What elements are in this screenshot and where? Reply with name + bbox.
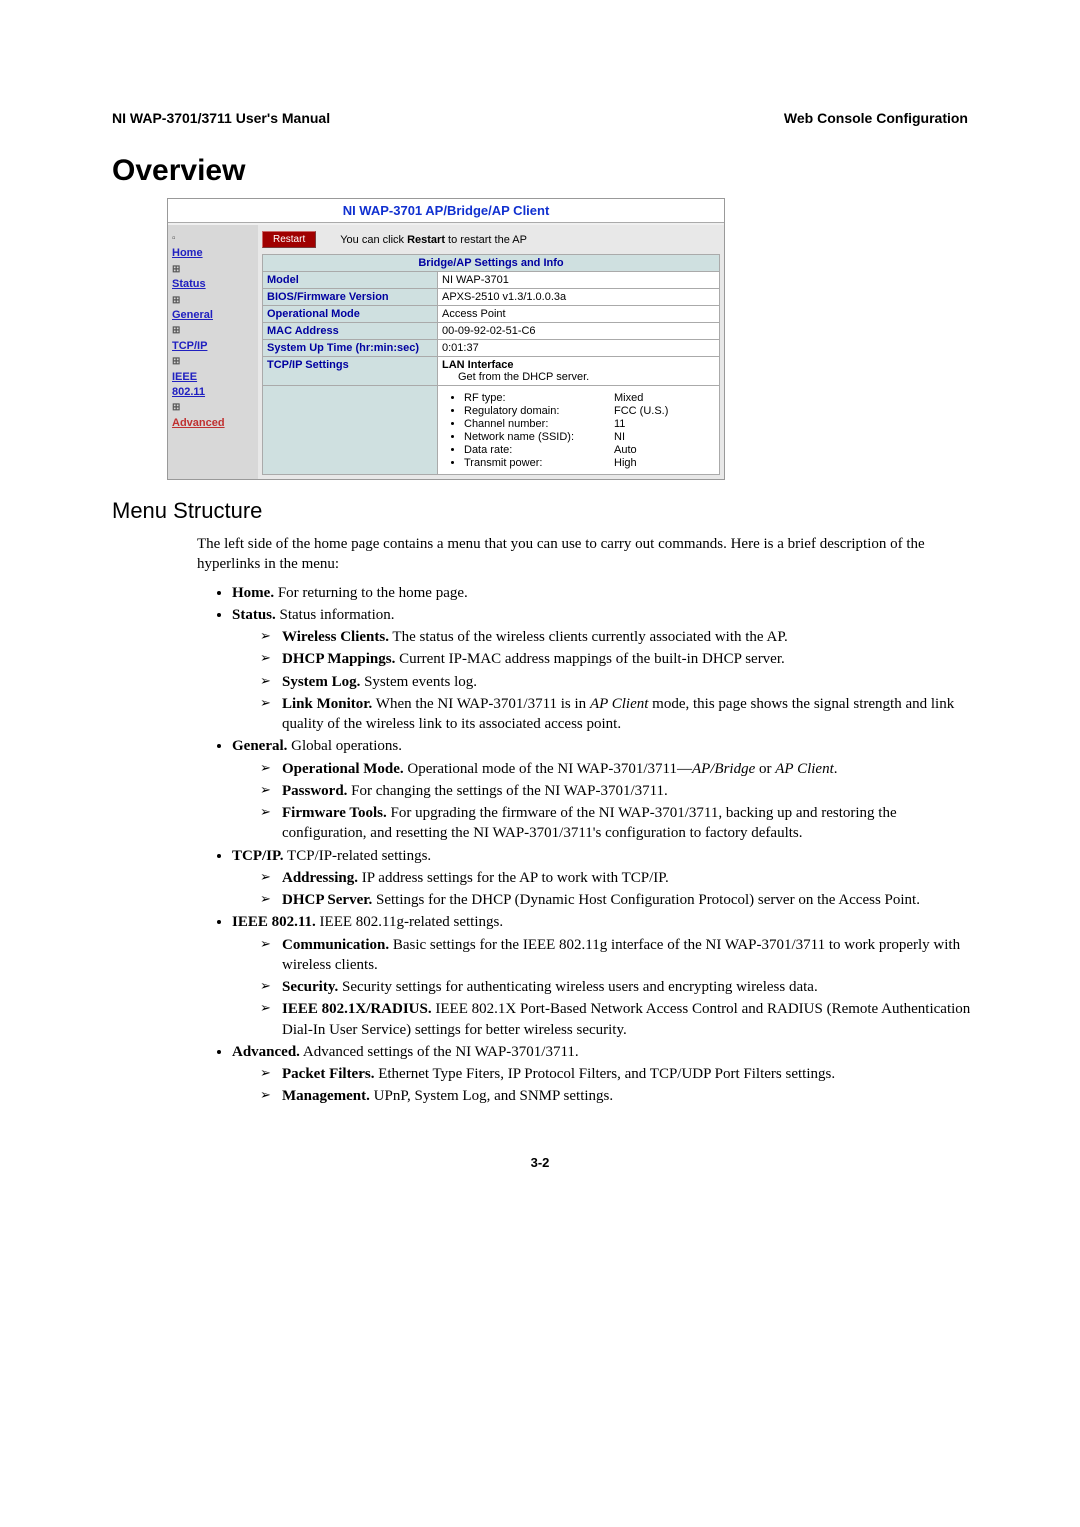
sidebar-item-tcpip[interactable]: TCP/IP — [172, 339, 254, 354]
tcpip-settings-value: LAN Interface Get from the DHCP server. — [438, 357, 720, 386]
subitem-packet-filters: Packet Filters. Ethernet Type Fiters, IP… — [264, 1064, 982, 1084]
uptime-value: 0:01:37 — [438, 340, 720, 357]
rf-settings-value: RF type:Mixed Regulatory domain:FCC (U.S… — [438, 386, 720, 475]
subitem-operational-mode: Operational Mode. Operational mode of th… — [264, 759, 982, 779]
heading-overview: Overview — [112, 154, 968, 188]
model-label: Model — [263, 272, 438, 289]
sidebar-item-general[interactable]: General — [172, 308, 254, 323]
sidebar-item-ieee-802-11[interactable]: IEEE802.11 — [172, 370, 254, 401]
settings-info-table: Bridge/AP Settings and Info Model NI WAP… — [262, 254, 720, 475]
page-number: 3-2 — [112, 1155, 968, 1170]
subitem-dhcp-mappings: DHCP Mappings. Current IP-MAC address ma… — [264, 649, 982, 669]
bios-value: APXS-2510 v1.3/1.0.0.3a — [438, 289, 720, 306]
sidebar-item-home[interactable]: Home — [172, 246, 254, 261]
restart-row: Restart You can click Restart to restart… — [262, 229, 720, 254]
console-title: NI WAP-3701 AP/Bridge/AP Client — [168, 199, 724, 222]
menu-item-general: General. Global operations. Operational … — [232, 736, 982, 843]
page-header: NI WAP-3701/3711 User's Manual Web Conso… — [112, 110, 968, 126]
subitem-management: Management. UPnP, System Log, and SNMP s… — [264, 1086, 982, 1106]
menu-item-ieee-80211: IEEE 802.11. IEEE 802.11g-related settin… — [232, 912, 982, 1040]
subitem-communication: Communication. Basic settings for the IE… — [264, 935, 982, 976]
menu-item-tcpip: TCP/IP. TCP/IP-related settings. Address… — [232, 846, 982, 911]
sidebar-item-status[interactable]: Status — [172, 277, 254, 292]
bios-label: BIOS/Firmware Version — [263, 289, 438, 306]
menu-description-list: Home. For returning to the home page. St… — [212, 583, 982, 1107]
subitem-firmware-tools: Firmware Tools. For upgrading the firmwa… — [264, 803, 982, 844]
web-console-screenshot: NI WAP-3701 AP/Bridge/AP Client ▫Home ⊞S… — [167, 198, 725, 480]
uptime-label: System Up Time (hr:min:sec) — [263, 340, 438, 357]
menu-intro: The left side of the home page contains … — [197, 534, 967, 575]
model-value: NI WAP-3701 — [438, 272, 720, 289]
menu-item-status: Status. Status information. Wireless Cli… — [232, 605, 982, 735]
mac-label: MAC Address — [263, 323, 438, 340]
tcpip-settings-label: TCP/IP Settings — [263, 357, 438, 386]
mac-value: 00-09-92-02-51-C6 — [438, 323, 720, 340]
table-heading: Bridge/AP Settings and Info — [263, 255, 720, 272]
opmode-label: Operational Mode — [263, 306, 438, 323]
subitem-addressing: Addressing. IP address settings for the … — [264, 868, 982, 888]
heading-menu-structure: Menu Structure — [112, 498, 968, 524]
subitem-link-monitor: Link Monitor. When the NI WAP-3701/3711 … — [264, 694, 982, 735]
section-title: Web Console Configuration — [784, 110, 968, 126]
sidebar-item-advanced[interactable]: Advanced — [172, 416, 254, 431]
restart-button[interactable]: Restart — [262, 231, 316, 248]
subitem-system-log: System Log. System events log. — [264, 672, 982, 692]
console-sidebar: ▫Home ⊞Status ⊞General ⊞TCP/IP ⊞IEEE802.… — [168, 225, 258, 479]
opmode-value: Access Point — [438, 306, 720, 323]
restart-hint: You can click Restart to restart the AP — [340, 234, 527, 246]
menu-item-advanced: Advanced. Advanced settings of the NI WA… — [232, 1042, 982, 1107]
subitem-wireless-clients: Wireless Clients. The status of the wire… — [264, 627, 982, 647]
console-content: Restart You can click Restart to restart… — [258, 225, 724, 479]
subitem-dhcp-server: DHCP Server. Settings for the DHCP (Dyna… — [264, 890, 982, 910]
rf-settings-label — [263, 386, 438, 475]
subitem-ieee-8021x-radius: IEEE 802.1X/RADIUS. IEEE 802.1X Port-Bas… — [264, 999, 982, 1040]
manual-title: NI WAP-3701/3711 User's Manual — [112, 110, 330, 126]
menu-item-home: Home. For returning to the home page. — [232, 583, 982, 603]
subitem-password: Password. For changing the settings of t… — [264, 781, 982, 801]
subitem-security: Security. Security settings for authenti… — [264, 977, 982, 997]
